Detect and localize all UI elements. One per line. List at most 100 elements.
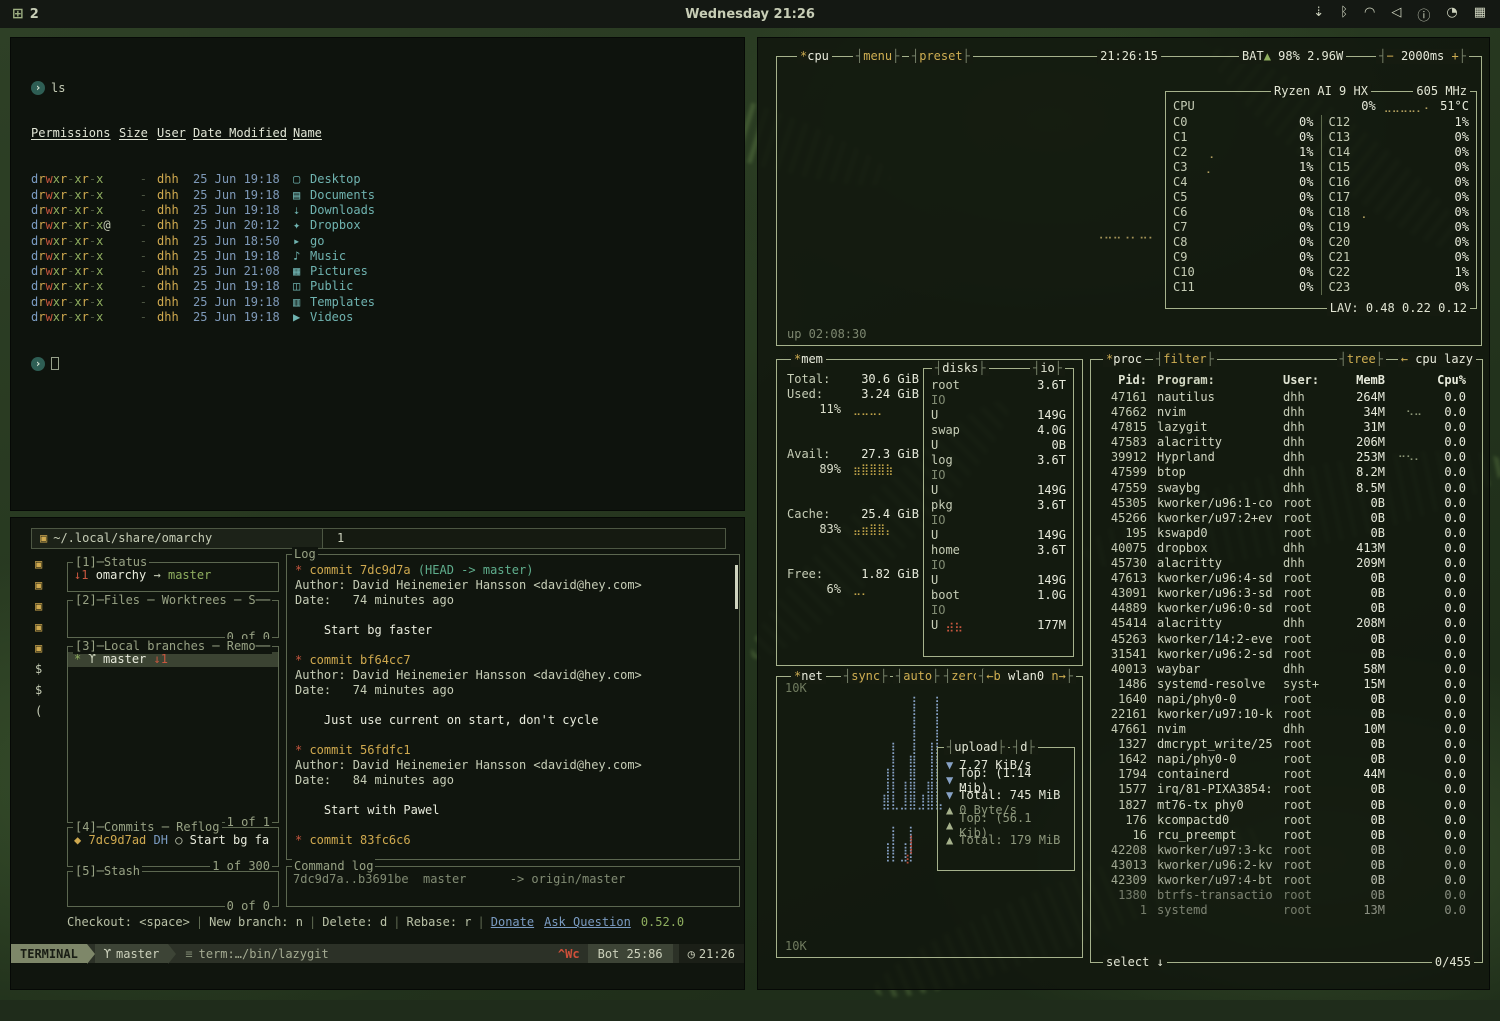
- process-row[interactable]: 1systemdroot13M0.0: [1099, 903, 1466, 918]
- repo-path[interactable]: ▣ ~/.local/share/omarchy: [31, 528, 323, 549]
- process-row[interactable]: 1380btrfs-transactioroot0B0.0: [1099, 888, 1466, 903]
- proc-pid: 195: [1099, 526, 1147, 541]
- process-row[interactable]: 1827mt76-tx phy0root0B0.0: [1099, 798, 1466, 813]
- help-link-donate[interactable]: Donate: [491, 915, 534, 929]
- process-row[interactable]: 1794containerdroot44M0.0: [1099, 767, 1466, 782]
- process-row[interactable]: 47161nautilusdhh264M0.0: [1099, 390, 1466, 405]
- user-icon[interactable]: ◔: [1446, 5, 1457, 24]
- tab-1[interactable]: 1: [323, 528, 726, 549]
- command-log-panel[interactable]: Command log 7dc9d7a..b3691be master -> o…: [286, 866, 740, 907]
- menu-button[interactable]: menu: [853, 49, 902, 64]
- proc-program: irq/81-PIXA3854:: [1157, 782, 1283, 797]
- cpu-box-title[interactable]: *cpu: [797, 49, 832, 64]
- process-row[interactable]: 45414alacrittydhh208M0.0: [1099, 616, 1466, 631]
- perm-char: x: [96, 172, 103, 186]
- disks-tag[interactable]: disks: [932, 361, 989, 376]
- commits-panel[interactable]: [4]─Commits ─ Reflog ◆ 7dc9d7ad DH ○ Sta…: [67, 827, 279, 867]
- process-row[interactable]: 47662nvimdhh34M⠢⠤0.0: [1099, 405, 1466, 420]
- tree-toggle[interactable]: tree: [1337, 352, 1386, 367]
- process-row[interactable]: 40013waybardhh58M0.0: [1099, 662, 1466, 677]
- commit-row[interactable]: ◆ 7dc9d7ad DH ○ Start bg fa: [68, 833, 278, 848]
- process-row[interactable]: 42309kworker/u97:4-btroot0B0.0: [1099, 873, 1466, 888]
- process-row[interactable]: 1577irq/81-PIXA3854:root0B0.0: [1099, 782, 1466, 797]
- file-icon[interactable]: (: [35, 701, 61, 722]
- proc-pid: 43013: [1099, 858, 1147, 873]
- process-row[interactable]: 47613kworker/u96:4-sdroot0B0.0: [1099, 571, 1466, 586]
- process-row[interactable]: 44889kworker/u96:0-sdroot0B0.0: [1099, 601, 1466, 616]
- spacer: [295, 818, 731, 833]
- stash-panel[interactable]: [5]─Stash 0 of 0: [67, 871, 279, 907]
- info-icon[interactable]: ⓘ: [1417, 5, 1430, 24]
- proc-user: dhh: [1283, 481, 1341, 496]
- process-row[interactable]: 1327dmcrypt_write/25root0B0.0: [1099, 737, 1466, 752]
- terminal-window[interactable]: › ls Permissions Size User Date Modified…: [10, 37, 745, 511]
- wifi-icon[interactable]: ◠: [1364, 5, 1375, 24]
- log-panel[interactable]: Log * commit 7dc9d7a (HEAD -> master)Aut…: [286, 554, 740, 860]
- process-row[interactable]: 176kcompactd0root0B0.0: [1099, 813, 1466, 828]
- preset-button[interactable]: preset: [909, 49, 973, 64]
- files-panel[interactable]: [2]─Files ─ Worktrees ─ S── 0 of 0: [67, 600, 279, 638]
- apps-icon[interactable]: ▦: [1474, 5, 1486, 24]
- folder-icon[interactable]: ▣: [35, 596, 61, 617]
- sync-button[interactable]: sync: [841, 669, 890, 684]
- interval-minus[interactable]: −: [1386, 49, 1393, 63]
- process-row[interactable]: 1486systemd-resolvesyst+15M0.0: [1099, 677, 1466, 692]
- help-link-ask-question[interactable]: Ask Question: [544, 915, 631, 929]
- process-row[interactable]: 1642napi/phy0-0root0B0.0: [1099, 752, 1466, 767]
- filter-button[interactable]: filter: [1153, 352, 1217, 367]
- select-hint[interactable]: select ↓: [1103, 955, 1167, 970]
- download-tag[interactable]: d: [1010, 740, 1038, 755]
- proc-box-title[interactable]: *proc: [1103, 352, 1145, 367]
- interface-selector[interactable]: ←b wlan0 n→: [976, 669, 1076, 684]
- interval-plus[interactable]: +: [1452, 49, 1459, 63]
- process-row[interactable]: 1640napi/phy0-0root0B0.0: [1099, 692, 1466, 707]
- file-type-icon: ▥: [293, 295, 310, 310]
- process-row[interactable]: 47661nvimdhh10M0.0: [1099, 722, 1466, 737]
- sort-user[interactable]: User:: [1283, 373, 1341, 388]
- process-row[interactable]: 42208kworker/u97:3-kcroot0B0.0: [1099, 843, 1466, 858]
- process-row[interactable]: 40075dropboxdhh413M0.0: [1099, 541, 1466, 556]
- process-row[interactable]: 16rcu_preemptroot0B0.0: [1099, 828, 1466, 843]
- process-row[interactable]: 47583alacrittydhh206M0.0: [1099, 435, 1466, 450]
- status-panel[interactable]: [1]─Status ↓1 omarchy → master: [67, 562, 279, 592]
- process-row[interactable]: 47559swaybgdhh8.5M0.0: [1099, 481, 1466, 496]
- download-tray-icon[interactable]: ⇣: [1313, 5, 1324, 24]
- process-row[interactable]: 195kswapd0root0B0.0: [1099, 526, 1466, 541]
- branch-row-master[interactable]: * ϒ master ↓1: [68, 652, 278, 667]
- upload-tag[interactable]: upload: [944, 740, 1008, 755]
- bluetooth-icon[interactable]: ᛒ: [1340, 5, 1348, 24]
- sort-pid[interactable]: Pid:: [1099, 373, 1147, 388]
- proc-cpu: 0.0: [1422, 556, 1466, 571]
- folder-icon[interactable]: ▣: [35, 638, 61, 659]
- process-row[interactable]: 47815lazygitdhh31M0.0: [1099, 420, 1466, 435]
- process-row[interactable]: 22161kworker/u97:10-kroot0B0.0: [1099, 707, 1466, 722]
- auto-button[interactable]: auto: [893, 669, 942, 684]
- process-row[interactable]: 45730alacrittydhh209M0.0: [1099, 556, 1466, 571]
- process-row[interactable]: 43091kworker/u96:3-sdroot0B0.0: [1099, 586, 1466, 601]
- folder-icon[interactable]: ▣: [35, 617, 61, 638]
- process-row[interactable]: 47599btopdhh8.2M0.0: [1099, 465, 1466, 480]
- log-scrollbar[interactable]: [735, 565, 738, 609]
- workspace-indicator[interactable]: ⊞ 2: [12, 6, 39, 22]
- process-row[interactable]: 39912Hyprlanddhh253M⠒⠢⠄0.0: [1099, 450, 1466, 465]
- volume-icon[interactable]: ◁: [1391, 5, 1401, 24]
- process-row[interactable]: 45305kworker/u96:1-coroot0B0.0: [1099, 496, 1466, 511]
- mem-box-title[interactable]: *mem: [791, 352, 826, 367]
- sort-mem[interactable]: MemB: [1341, 373, 1385, 388]
- folder-icon[interactable]: ▣: [35, 575, 61, 596]
- process-row[interactable]: 31541kworker/u96:2-sdroot0B0.0: [1099, 647, 1466, 662]
- lazygit-window[interactable]: ▣ ~/.local/share/omarchy 1 ▣▣▣▣▣$$( [1]─…: [10, 517, 745, 990]
- process-row[interactable]: 45263kworker/14:2-everoot0B0.0: [1099, 632, 1466, 647]
- process-row[interactable]: 45266kworker/u97:2+evroot0B0.0: [1099, 511, 1466, 526]
- file-icon[interactable]: $: [35, 680, 61, 701]
- sort-selector[interactable]: ← cpu lazy: [1398, 352, 1476, 367]
- branches-panel[interactable]: [3]─Local branches ─ Remo── * ϒ master ↓…: [67, 646, 279, 823]
- file-icon[interactable]: $: [35, 659, 61, 680]
- folder-icon[interactable]: ▣: [35, 554, 61, 575]
- sort-program[interactable]: Program:: [1157, 373, 1283, 388]
- sort-cpu[interactable]: Cpu%: [1422, 373, 1466, 388]
- btop-window[interactable]: *cpu menu preset 21:26:15 BAT▲ 98% 2.96W…: [757, 37, 1490, 990]
- io-tag[interactable]: io: [1030, 361, 1065, 376]
- process-row[interactable]: 43013kworker/u96:2-kvroot0B0.0: [1099, 858, 1466, 873]
- core-percent: 0%: [1284, 190, 1314, 205]
